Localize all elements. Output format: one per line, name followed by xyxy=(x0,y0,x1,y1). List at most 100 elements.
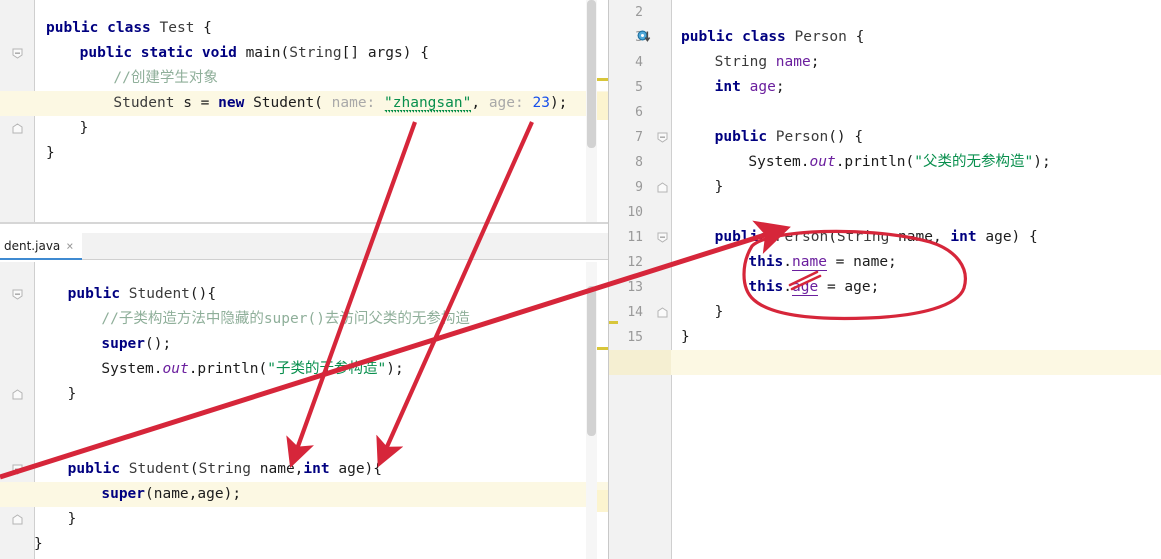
code-token: public xyxy=(46,20,99,36)
code-token: new xyxy=(218,95,245,111)
editor-scrollbar-student[interactable] xyxy=(586,262,597,559)
code-line: public static void main(String[] args) { xyxy=(0,41,608,66)
scrollbar-thumb-test[interactable] xyxy=(587,0,596,148)
horizontal-splitter[interactable] xyxy=(0,222,608,224)
fold-end-icon[interactable] xyxy=(657,307,668,318)
code-line: public class Person { xyxy=(609,25,1161,50)
scrollbar-thumb-student[interactable] xyxy=(587,286,596,436)
code-token: Student xyxy=(128,286,190,302)
code-line: super(name,age); xyxy=(0,482,608,507)
code-token: name xyxy=(792,254,827,271)
editor-tab-strip[interactable]: dent.java × xyxy=(0,233,608,260)
code-line: System.out.println("子类的无参构造"); xyxy=(0,357,608,382)
code-token: age xyxy=(749,79,776,95)
code-content-person[interactable]: public class Person {String name; int age… xyxy=(609,0,1161,559)
code-token: "子类的无参构造" xyxy=(267,361,387,377)
code-token: out xyxy=(809,154,836,170)
fold-end-icon[interactable] xyxy=(657,182,668,193)
code-token: public xyxy=(681,29,734,45)
marker-warning-stripe-test[interactable] xyxy=(597,78,608,81)
code-line: this.name = name; xyxy=(609,250,1161,275)
code-token: class xyxy=(107,20,151,36)
editor-pane-test[interactable]: public class Test {public static void ma… xyxy=(0,0,608,222)
marker-warning-stripe-student[interactable] xyxy=(597,347,608,350)
code-token: Person xyxy=(775,229,829,245)
code-line: } xyxy=(609,175,1161,200)
fold-minus-icon[interactable] xyxy=(12,48,23,59)
code-token: public xyxy=(714,229,768,245)
code-line: } xyxy=(0,141,608,166)
code-token: ( xyxy=(280,45,290,61)
fold-minus-icon[interactable] xyxy=(657,232,668,243)
code-token: String xyxy=(714,54,768,70)
code-token: System xyxy=(101,361,154,377)
code-content-student[interactable]: public Student(){//子类构造方法中隐藏的super()去访问父… xyxy=(0,262,608,559)
code-token: Student xyxy=(253,95,315,111)
code-token: } xyxy=(67,511,77,527)
code-token: name xyxy=(775,54,811,70)
code-token: System xyxy=(748,154,801,170)
code-line: int age; xyxy=(609,75,1161,100)
code-token: [] args) { xyxy=(341,45,429,61)
code-token: super xyxy=(101,486,146,502)
code-token: .println( xyxy=(835,154,915,170)
code-token: s = xyxy=(174,95,219,111)
fold-minus-icon[interactable] xyxy=(12,464,23,475)
code-token: main xyxy=(245,45,281,61)
code-token: Person xyxy=(794,29,847,45)
close-icon[interactable]: × xyxy=(66,240,73,252)
code-token: int xyxy=(950,229,977,245)
code-content-test[interactable]: public class Test {public static void ma… xyxy=(0,0,608,222)
fold-end-icon[interactable] xyxy=(12,123,23,134)
override-gutter-icon[interactable] xyxy=(637,29,653,45)
code-token: ( xyxy=(828,229,837,245)
code-line: public Person() { xyxy=(609,125,1161,150)
code-token: age){ xyxy=(329,461,383,477)
code-token: ); xyxy=(386,361,404,377)
fold-minus-icon[interactable] xyxy=(12,289,23,300)
code-token: Test xyxy=(159,20,195,36)
code-line: } xyxy=(0,507,608,532)
code-token: 23 xyxy=(532,95,550,111)
code-line: } xyxy=(0,532,608,557)
code-token: "zhangsan" xyxy=(384,95,472,113)
editor-pane-person[interactable]: 2345678910111213141516 public class Pers… xyxy=(609,0,1161,559)
code-token: Student xyxy=(113,95,175,111)
code-token: () { xyxy=(828,129,864,145)
fold-minus-icon[interactable] xyxy=(657,132,668,143)
code-token: name: xyxy=(331,95,376,111)
code-token: name, xyxy=(889,229,951,245)
code-token: age: xyxy=(488,95,524,111)
code-token: int xyxy=(714,79,741,95)
code-token: } xyxy=(714,304,724,320)
code-token: age xyxy=(792,279,819,296)
tab-student-java[interactable]: dent.java × xyxy=(0,233,82,260)
tab-label: dent.java xyxy=(4,238,61,253)
code-token: static xyxy=(140,45,194,61)
code-token: ( xyxy=(314,95,332,111)
code-line: //子类构造方法中隐藏的super()去访问父类的无参构造 xyxy=(0,307,608,332)
fold-end-icon[interactable] xyxy=(12,389,23,400)
code-line: public Student(){ xyxy=(0,282,608,307)
code-token: ); xyxy=(1033,154,1051,170)
code-token: public xyxy=(67,286,121,302)
code-token: } xyxy=(681,329,690,345)
fold-end-icon[interactable] xyxy=(12,514,23,525)
code-line: Student s = new Student( name: "zhangsan… xyxy=(0,91,608,116)
code-token: { xyxy=(846,29,865,45)
editor-pane-student[interactable]: public Student(){//子类构造方法中隐藏的super()去访问父… xyxy=(0,262,608,559)
code-line: public Person(String name, int age) { xyxy=(609,225,1161,250)
code-line: public Student(String name,int age){ xyxy=(0,457,608,482)
marker-caret-stripe-test xyxy=(597,92,608,120)
editor-scrollbar-test[interactable] xyxy=(586,0,597,222)
